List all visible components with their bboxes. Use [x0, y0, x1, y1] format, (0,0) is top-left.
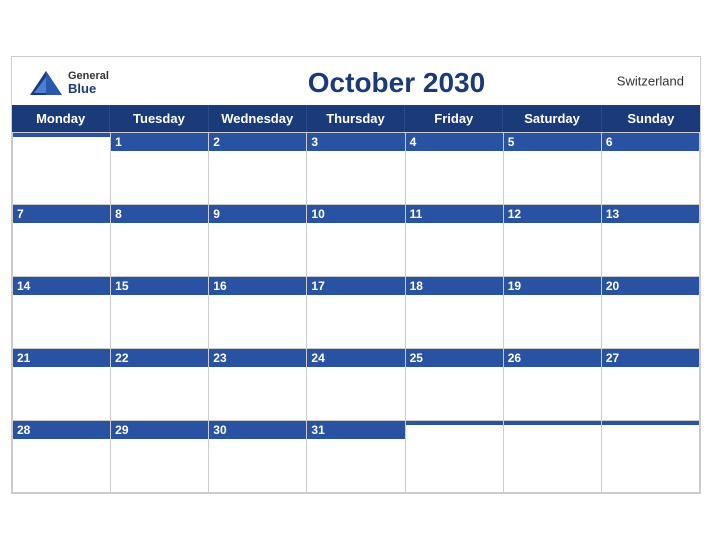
cell-date: 10 — [307, 205, 404, 223]
logo-text: General Blue — [68, 71, 109, 95]
calendar-cell — [406, 421, 504, 493]
cell-date: 9 — [209, 205, 306, 223]
cell-date: 12 — [504, 205, 601, 223]
cell-date-empty — [406, 421, 503, 425]
calendar-cell: 29 — [111, 421, 209, 493]
cell-date-empty — [13, 133, 110, 137]
calendar-header: General Blue October 2030 Switzerland — [12, 57, 700, 105]
calendar-cell: 17 — [307, 277, 405, 349]
day-monday: Monday — [12, 105, 110, 132]
calendar-cell: 31 — [307, 421, 405, 493]
cell-date: 8 — [111, 205, 208, 223]
cell-date: 3 — [307, 133, 404, 151]
calendar-cell: 22 — [111, 349, 209, 421]
cell-date: 5 — [504, 133, 601, 151]
calendar-cell: 12 — [504, 205, 602, 277]
day-wednesday: Wednesday — [209, 105, 307, 132]
day-saturday: Saturday — [503, 105, 601, 132]
calendar-title: October 2030 — [109, 67, 684, 99]
calendar-cell: 15 — [111, 277, 209, 349]
cell-date: 6 — [602, 133, 699, 151]
cell-date: 28 — [13, 421, 110, 439]
calendar-cell: 20 — [602, 277, 700, 349]
cell-date-empty — [504, 421, 601, 425]
cell-date: 20 — [602, 277, 699, 295]
calendar-cell: 16 — [209, 277, 307, 349]
cell-date: 19 — [504, 277, 601, 295]
calendar-cell: 3 — [307, 133, 405, 205]
cell-date: 30 — [209, 421, 306, 439]
calendar-cell: 7 — [13, 205, 111, 277]
calendar-cell: 23 — [209, 349, 307, 421]
calendar-cell: 11 — [406, 205, 504, 277]
calendar-cell: 30 — [209, 421, 307, 493]
cell-date-empty — [602, 421, 699, 425]
calendar-cell: 26 — [504, 349, 602, 421]
cell-date: 29 — [111, 421, 208, 439]
calendar-grid: 1234567891011121314151617181920212223242… — [12, 132, 700, 493]
calendar-cell — [602, 421, 700, 493]
cell-date: 31 — [307, 421, 404, 439]
days-header: Monday Tuesday Wednesday Thursday Friday… — [12, 105, 700, 132]
cell-date: 13 — [602, 205, 699, 223]
cell-date: 2 — [209, 133, 306, 151]
calendar-cell: 27 — [602, 349, 700, 421]
calendar-cell: 19 — [504, 277, 602, 349]
calendar-cell: 25 — [406, 349, 504, 421]
cell-date: 15 — [111, 277, 208, 295]
cell-date: 7 — [13, 205, 110, 223]
calendar-cell: 5 — [504, 133, 602, 205]
calendar-cell — [13, 133, 111, 205]
cell-date: 27 — [602, 349, 699, 367]
day-sunday: Sunday — [602, 105, 700, 132]
day-tuesday: Tuesday — [110, 105, 208, 132]
logo-icon — [28, 69, 64, 97]
cell-date: 25 — [406, 349, 503, 367]
calendar-cell: 6 — [602, 133, 700, 205]
calendar-cell: 2 — [209, 133, 307, 205]
calendar-cell: 4 — [406, 133, 504, 205]
calendar: General Blue October 2030 Switzerland Mo… — [11, 56, 701, 494]
calendar-cell: 14 — [13, 277, 111, 349]
day-thursday: Thursday — [307, 105, 405, 132]
cell-date: 14 — [13, 277, 110, 295]
cell-date: 23 — [209, 349, 306, 367]
cell-date: 22 — [111, 349, 208, 367]
cell-date: 1 — [111, 133, 208, 151]
calendar-cell: 18 — [406, 277, 504, 349]
cell-date: 26 — [504, 349, 601, 367]
cell-date: 18 — [406, 277, 503, 295]
day-friday: Friday — [405, 105, 503, 132]
cell-date: 21 — [13, 349, 110, 367]
calendar-cell: 8 — [111, 205, 209, 277]
calendar-cell: 1 — [111, 133, 209, 205]
calendar-cell — [504, 421, 602, 493]
calendar-cell: 28 — [13, 421, 111, 493]
calendar-cell: 24 — [307, 349, 405, 421]
country-label: Switzerland — [617, 74, 684, 89]
calendar-cell: 10 — [307, 205, 405, 277]
calendar-cell: 21 — [13, 349, 111, 421]
logo: General Blue — [28, 69, 109, 97]
logo-blue-text: Blue — [68, 82, 109, 95]
cell-date: 24 — [307, 349, 404, 367]
calendar-cell: 9 — [209, 205, 307, 277]
cell-date: 17 — [307, 277, 404, 295]
calendar-cell: 13 — [602, 205, 700, 277]
cell-date: 4 — [406, 133, 503, 151]
cell-date: 16 — [209, 277, 306, 295]
cell-date: 11 — [406, 205, 503, 223]
